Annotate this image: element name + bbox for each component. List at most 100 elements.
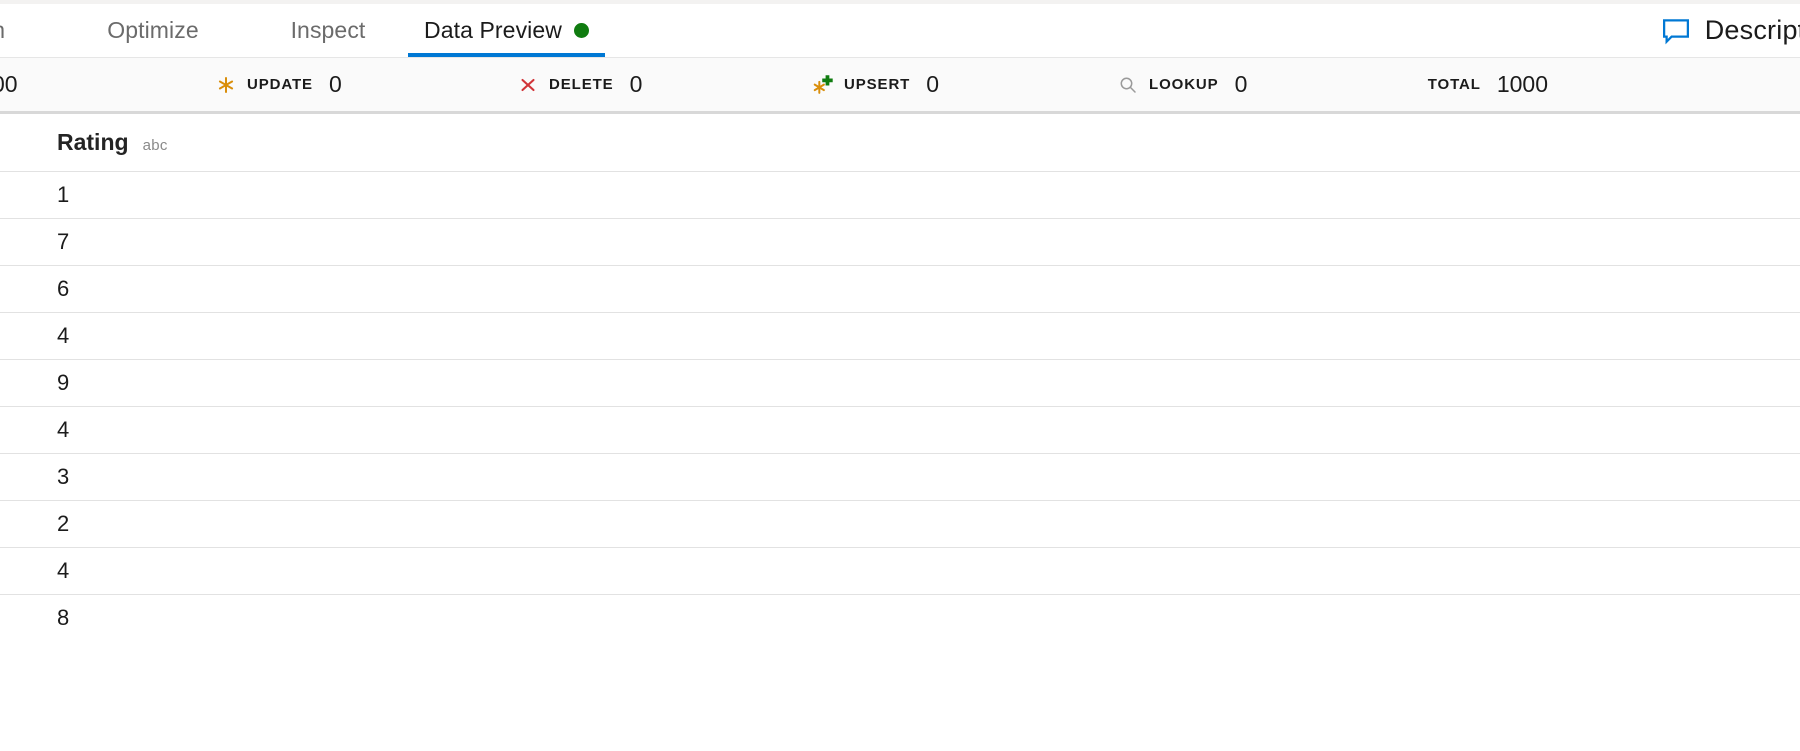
cell-year: 2019 <box>666 499 1331 547</box>
tab-list: jection Optimize Inspect Data Preview <box>0 4 605 57</box>
stat-update-label: UPDATE <box>247 76 313 93</box>
cell-tomato: 80 <box>305 217 666 265</box>
cell-rating: 4 <box>0 405 305 453</box>
cell-rating: 1 <box>0 170 305 218</box>
stat-update: UPDATE 0 <box>216 58 342 111</box>
cell-year: 2019 <box>666 264 1331 312</box>
cell-rating-text: 3 <box>57 463 70 489</box>
cell-tomato: 54 <box>305 170 666 218</box>
table-row[interactable]: 48220197/partdata/releaseyear=2019/… <box>0 311 1800 359</box>
cell-tomato: 63 <box>305 499 666 547</box>
stat-insert: 00 <box>0 58 18 111</box>
tab-bar: jection Optimize Inspect Data Preview De… <box>0 4 1800 58</box>
table-row[interactable]: 69220197/partdata/releaseyear=2019/… <box>0 264 1800 312</box>
stat-upsert-value: 0 <box>926 71 940 97</box>
table-row[interactable]: 15420197/partdata/releaseyear=2019/… <box>0 170 1800 218</box>
stat-total: TOTAL 1000 <box>1428 58 1548 111</box>
stat-delete-value: 0 <box>629 71 643 97</box>
cell-rating-text: 4 <box>57 322 70 348</box>
stat-lookup-label: LOOKUP <box>1149 76 1219 93</box>
cell-year: 2019 <box>666 452 1331 500</box>
table-row[interactable]: 78020197/partdata/releaseyear=2019/… <box>0 217 1800 265</box>
cell-rating-text: 8 <box>57 604 70 630</box>
cell-tomato: 59 <box>305 405 666 453</box>
cell-tomato: 63 <box>305 546 666 594</box>
tab-inspect-label: Inspect <box>290 17 366 43</box>
cell-rating: 4 <box>0 311 305 359</box>
table-body: 15420197/partdata/releaseyear=2019/…7802… <box>0 170 1800 641</box>
cell-tomato: 83 <box>305 452 666 500</box>
cell-month: 7 <box>1331 452 1800 500</box>
stat-lookup-value: 0 <box>1234 71 1248 97</box>
status-dot-icon <box>573 23 589 38</box>
stat-upsert: UPSERT 0 <box>812 58 939 111</box>
cell-tomato: 92 <box>305 264 666 312</box>
stat-delete: DELETE 0 <box>518 58 642 111</box>
stat-total-value: 1000 <box>1496 71 1548 97</box>
table-header: Rating abc Rotton Tomato abc releaseyear <box>0 114 1800 171</box>
tab-data-preview[interactable]: Data Preview <box>408 4 605 57</box>
table-row[interactable]: 99220197/partdata/releaseyear=2019/… <box>0 358 1800 406</box>
tab-projection[interactable]: jection <box>0 4 58 57</box>
table-row[interactable]: 85020197/partdata/releaseyear=2019/… <box>0 593 1800 641</box>
tab-data-preview-label: Data Preview <box>424 17 562 43</box>
cell-rating: 7 <box>0 217 305 265</box>
cell-rating-text: 7 <box>57 228 70 254</box>
search-icon <box>1120 77 1136 93</box>
cell-tomato: 92 <box>305 358 666 406</box>
stat-delete-label: DELETE <box>549 76 614 93</box>
table-row[interactable]: 45920197/partdata/releaseyear=2019/… <box>0 405 1800 453</box>
stat-lookup: LOOKUP 0 <box>1118 58 1247 111</box>
cell-month: 7 <box>1331 358 1800 406</box>
data-preview-panel: jection Optimize Inspect Data Preview De… <box>0 0 1800 751</box>
cell-month: 7 <box>1331 217 1800 265</box>
cell-tomato: 82 <box>305 311 666 359</box>
stat-insert-value: 00 <box>0 71 18 97</box>
data-preview-table-wrap[interactable]: Rating abc Rotton Tomato abc releaseyear <box>0 114 1800 751</box>
cell-rating: 8 <box>0 593 305 641</box>
column-header-rotton-tomato[interactable]: Rotton Tomato abc <box>305 114 786 171</box>
cell-rating: 3 <box>0 452 305 500</box>
cell-rating: 2 <box>0 499 305 547</box>
column-header-month[interactable]: Month 123 <box>1331 114 1800 171</box>
column-header-rating-title: Rating <box>57 128 129 155</box>
column-header-releaseyear[interactable]: releaseyear 123 <box>666 114 1497 171</box>
description-button[interactable]: Description <box>1661 15 1800 46</box>
cell-year: 2019 <box>666 311 1331 359</box>
cell-rating-text: 4 <box>57 557 70 583</box>
cell-year: 2019 <box>666 546 1331 594</box>
cell-rating-text: 1 <box>57 181 70 207</box>
row-stats-bar: 00 UPDATE 0 DELETE 0 <box>0 58 1800 114</box>
cell-month: 7 <box>1331 593 1800 641</box>
description-label: Description <box>1704 15 1800 45</box>
tab-optimize-label: Optimize <box>107 17 199 43</box>
data-preview-table: Rating abc Rotton Tomato abc releaseyear <box>0 114 1800 641</box>
table-row[interactable]: 38320197/partdata/releaseyear=2019/… <box>0 452 1800 500</box>
column-header-rating[interactable]: Rating abc <box>0 114 305 171</box>
active-tab-underline <box>408 53 605 57</box>
stat-total-label: TOTAL <box>1427 76 1481 93</box>
cell-year: 2019 <box>666 170 1331 218</box>
table-row[interactable]: 46320197/partdata/releaseyear=2019/… <box>0 546 1800 594</box>
tab-projection-label: jection <box>0 17 5 44</box>
tab-optimize[interactable]: Optimize <box>58 4 248 57</box>
cell-month: 7 <box>1331 311 1800 359</box>
cell-month: 7 <box>1331 405 1800 453</box>
asterisk-icon <box>218 76 234 93</box>
cell-year: 2019 <box>666 405 1331 453</box>
cell-rating: 6 <box>0 264 305 312</box>
column-type-abc-icon: abc <box>142 136 168 154</box>
cell-month: 7 <box>1331 264 1800 312</box>
table-row[interactable]: 26320197/partdata/releaseyear=2019/… <box>0 499 1800 547</box>
tab-inspect[interactable]: Inspect <box>248 4 408 57</box>
cell-rating-text: 9 <box>57 369 70 395</box>
cell-month: 7 <box>1331 170 1800 218</box>
cell-year: 2019 <box>666 358 1331 406</box>
cell-tomato: 50 <box>305 593 666 641</box>
cell-rating: 4 <box>0 546 305 594</box>
cell-rating-text: 4 <box>57 416 70 442</box>
tab-bar-right-actions: Description <box>1661 4 1800 57</box>
stat-update-value: 0 <box>328 71 342 97</box>
table-header-row: Rating abc Rotton Tomato abc releaseyear <box>0 114 1800 171</box>
cell-rating-text: 2 <box>57 510 70 536</box>
